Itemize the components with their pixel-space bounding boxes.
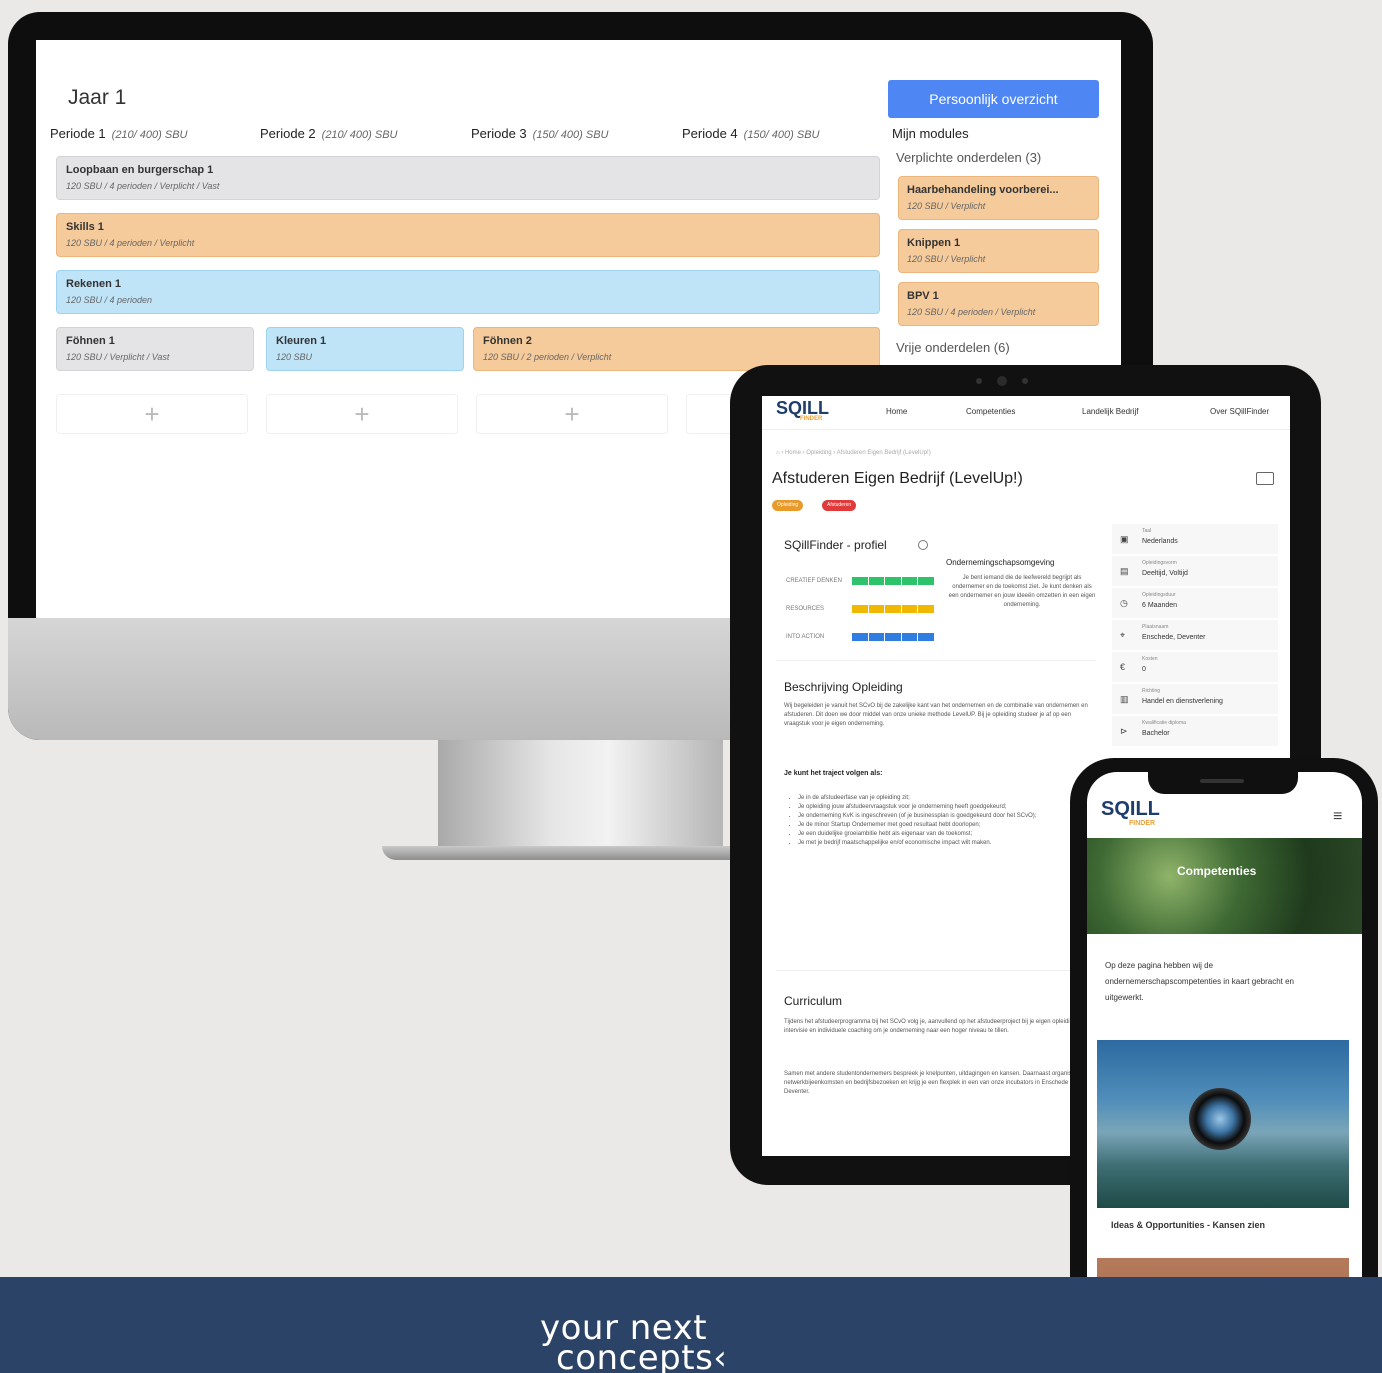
hero-title: Competenties [1177, 864, 1257, 878]
add-module-button[interactable]: + [56, 394, 248, 434]
list-item: Je onderneming KvK is ingeschreven (of j… [798, 812, 1092, 821]
logo[interactable]: SQILL [1101, 798, 1160, 821]
curriculum-text: Tijdens het afstudeerprogramma bij het S… [784, 1019, 1078, 1034]
profile-row-label: INTO ACTION [786, 634, 825, 640]
study-form-icon: ▤ [1120, 566, 1129, 576]
module-card[interactable]: Loopbaan en burgerschap 1 120 SBU / 4 per… [56, 156, 880, 200]
phone-speaker [1200, 779, 1244, 783]
hamburger-menu-icon[interactable]: ≡ [1333, 808, 1342, 826]
footer-banner: your next concepts‹ [0, 1277, 1382, 1373]
description-text: Wij begeleiden je vanuit het SCvO bij de… [784, 703, 1088, 727]
curriculum-text: Samen met andere studentondernemers besp… [784, 1071, 1093, 1095]
curriculum-title: Curriculum [784, 994, 843, 1008]
info-row: € Kosten 0 [1112, 652, 1278, 682]
period-header: Periode 4 (150/ 400) SBU [682, 126, 820, 141]
period-header: Periode 1 (210/ 400) SBU [50, 126, 188, 141]
ondernemings-title: Ondernemingschapsomgeving [946, 558, 1055, 567]
nav-item-competenties[interactable]: Competenties [966, 407, 1015, 416]
module-card[interactable]: Kleuren 1 120 SBU [266, 327, 464, 371]
language-icon: ▣ [1120, 534, 1129, 544]
nav-item-landelijk-bedrijf[interactable]: Landelijk Bedrijf [1082, 407, 1138, 416]
module-card[interactable]: Skills 1 120 SBU / 4 perioden / Verplicht [56, 213, 880, 257]
sidebar-module-card[interactable]: BPV 1 120 SBU / 4 perioden / Verplicht [898, 282, 1099, 326]
list-item: Je een duidelijke groeiambitie hebt als … [798, 830, 1092, 839]
profile-row-label: RESOURCES [786, 606, 825, 612]
sidebar-module-card[interactable]: Knippen 1 120 SBU / Verplicht [898, 229, 1099, 273]
module-card[interactable]: Föhnen 1 120 SBU / Verplicht / Vast [56, 327, 254, 371]
divider [776, 660, 1096, 661]
info-row: ⊳ Kwalificatie diploma Bachelor [1112, 716, 1278, 746]
hero-image [1087, 838, 1362, 934]
list-item: Je in de afstudeerfase van je opleiding … [798, 794, 1092, 803]
page-title: Afstuderen Eigen Bedrijf (LevelUp!) [772, 470, 1023, 487]
location-icon: ⌖ [1120, 630, 1126, 640]
intro-text: Op deze pagina hebben wij de ondernemers… [1105, 961, 1294, 1002]
profile-bar-yellow [852, 605, 934, 613]
info-icon[interactable] [918, 540, 928, 550]
info-row: ▤ Opleidingsvorm Deeltijd, Voltijd [1112, 556, 1278, 586]
info-row: ▣ Taal Nederlands [1112, 524, 1278, 554]
clock-icon: ◷ [1120, 598, 1128, 608]
period-header: Periode 3 (150/ 400) SBU [471, 126, 609, 141]
tablet-sensor [1022, 378, 1028, 384]
info-row: ▥ Richting Handel en dienstverlening [1112, 684, 1278, 714]
free-modules-label: Vrije onderdelen (6) [896, 340, 1010, 355]
list-item: Je de minor Startup Ondernemer met goed … [798, 821, 1092, 830]
lens-image [1189, 1088, 1251, 1150]
my-modules-label: Mijn modules [892, 126, 969, 141]
logo-subtitle: FINDER [1129, 820, 1156, 827]
list-item: Je opleiding jouw afstudeervraagstuk voo… [798, 803, 1092, 812]
tablet-sensor [976, 378, 982, 384]
period-header: Periode 2 (210/ 400) SBU [260, 126, 398, 141]
tablet-camera [997, 376, 1007, 386]
card-title[interactable]: Ideas & Opportunities - Kansen zien [1111, 1220, 1265, 1230]
tablet-navbar: SQILL FINDER Home Competenties Landelijk… [762, 396, 1290, 430]
year-title: Jaar 1 [68, 86, 127, 109]
description-title: Beschrijving Opleiding [784, 680, 903, 694]
mail-icon[interactable] [1256, 472, 1274, 485]
breadcrumb[interactable]: ⌂ › Home › Opleiding › Afstuderen Eigen … [776, 450, 931, 456]
euro-icon: € [1120, 662, 1126, 672]
personal-overview-button[interactable]: Persoonlijk overzicht [888, 80, 1099, 118]
footer-tagline: your next concepts‹ [540, 1308, 728, 1373]
sidebar-module-card[interactable]: Haarbehandeling voorberei... 120 SBU / Ve… [898, 176, 1099, 220]
building-icon: ▥ [1120, 694, 1129, 704]
badge: Opleiding [772, 500, 804, 511]
list-item: Je met je bedrijf maatschappelijke en/of… [798, 839, 1092, 848]
monitor-stand-base [382, 846, 777, 860]
profile-bar-green [852, 577, 934, 585]
divider [776, 970, 1096, 971]
logo-subtitle: FINDER [800, 416, 823, 422]
profile-bar-blue [852, 633, 934, 641]
diploma-icon: ⊳ [1120, 726, 1128, 736]
nav-item-over[interactable]: Over SQillFinder [1210, 407, 1269, 416]
badge: Afstuderen [822, 500, 857, 511]
profile-title: SQillFinder - profiel [784, 538, 887, 552]
module-card[interactable]: Rekenen 1 120 SBU / 4 perioden [56, 270, 880, 314]
profile-row-label: CREATIEF DENKEN [786, 578, 842, 584]
nav-item-home[interactable]: Home [886, 407, 907, 416]
requirements-list: Je in de afstudeerfase van je opleiding … [792, 794, 1092, 848]
info-row: ⌖ Plaatsnaam Enschede, Deventer [1112, 620, 1278, 650]
ondernemings-text: Je bent iemand die de leefwereld begrijp… [948, 575, 1096, 608]
required-modules-label: Verplichte onderdelen (3) [896, 150, 1042, 165]
add-module-button[interactable]: + [476, 394, 668, 434]
monitor-stand [438, 740, 723, 852]
follow-title: Je kunt het traject volgen als: [784, 770, 883, 777]
add-module-button[interactable]: + [266, 394, 458, 434]
info-row: ◷ Opleidingsduur 6 Maanden [1112, 588, 1278, 618]
